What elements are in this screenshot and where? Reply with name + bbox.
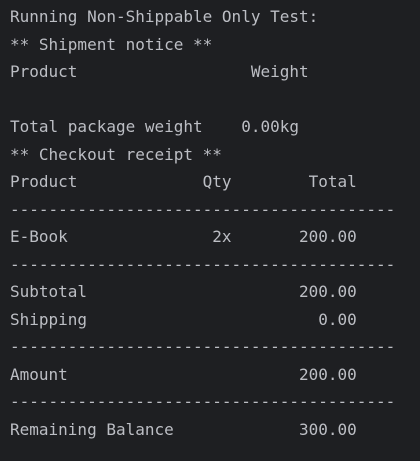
- receipt-item-row: E-Book 2x 200.00: [10, 227, 357, 246]
- divider: ----------------------------------------: [10, 392, 396, 411]
- amount-row: Amount 200.00: [10, 364, 357, 384]
- subtotal-row: Subtotal 200.00: [10, 282, 357, 301]
- divider: ----------------------------------------: [10, 199, 396, 219]
- divider: ----------------------------------------: [10, 337, 396, 356]
- shipment-notice-title: ** Shipment notice **: [10, 34, 213, 54]
- remaining-balance-row: Remaining Balance 300.00: [10, 419, 357, 439]
- divider: ----------------------------------------: [10, 254, 396, 274]
- total-package-weight: Total package weight 0.00kg: [10, 117, 299, 136]
- shipment-column-headers: Product Weight: [10, 62, 309, 81]
- test-run-header: Running Non-Shippable Only Test:: [10, 7, 319, 26]
- shipping-row: Shipping 0.00: [10, 309, 357, 329]
- console-output[interactable]: Running Non-Shippable Only Test: ** Ship…: [0, 0, 420, 461]
- receipt-column-headers: Product Qty Total: [10, 172, 357, 191]
- checkout-receipt-title: ** Checkout receipt **: [10, 144, 222, 164]
